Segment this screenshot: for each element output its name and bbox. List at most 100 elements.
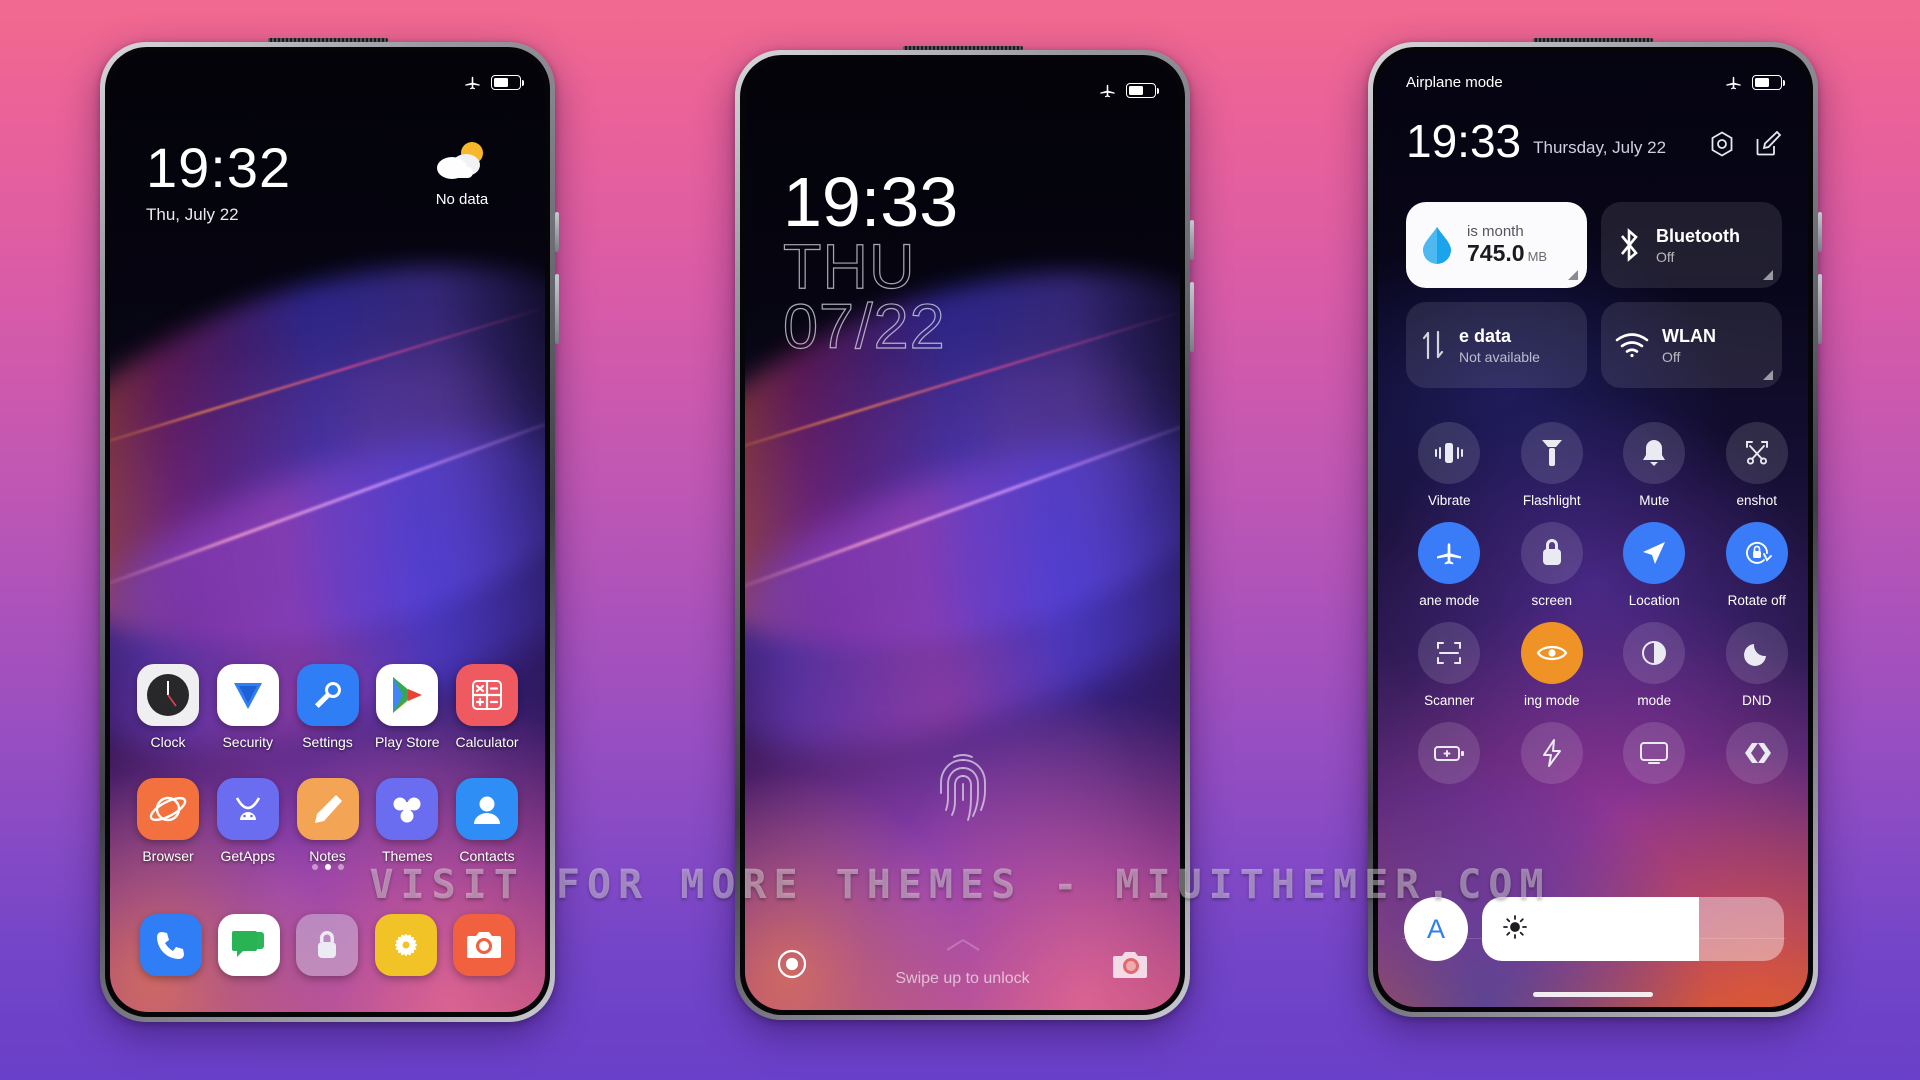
phone-bezel: 19:33 THU 07/22 Swipe up to unlock — [740, 55, 1185, 1015]
tile-bluetooth[interactable]: Bluetooth Off — [1601, 202, 1782, 288]
app-label: Themes — [381, 848, 433, 864]
app-label: Security — [222, 734, 274, 750]
fingerprint-icon[interactable] — [932, 750, 994, 831]
toggle-label: DND — [1742, 693, 1772, 708]
dock-gallery-icon[interactable] — [374, 914, 437, 976]
bluetooth-icon — [1620, 228, 1638, 262]
toggle-airplane-mode[interactable]: ane mode — [1398, 522, 1501, 608]
app-notes[interactable]: Notes — [292, 778, 364, 864]
phone-control-center: Airplane mode 19:33 Thursday, July 22 is… — [1368, 38, 1822, 1017]
toggle-label: Mute — [1639, 493, 1670, 508]
app-calculator[interactable]: Calculator — [451, 664, 523, 750]
tile-data-usage[interactable]: is month 745.0 MB — [1406, 202, 1587, 288]
weather-label: No data — [435, 191, 489, 208]
weather-widget[interactable]: No data — [417, 140, 507, 208]
tile-mobile-data[interactable]: e data Not available — [1406, 302, 1587, 388]
app-label: Play Store — [374, 734, 440, 750]
getapps-android-bag-icon — [216, 778, 279, 840]
tile-sub: Not available — [1459, 348, 1540, 365]
toggle-reading-mode[interactable]: ing mode — [1501, 622, 1604, 708]
app-security[interactable]: Security — [212, 664, 284, 750]
toggle-label: screen — [1531, 593, 1573, 608]
toggle-mute[interactable]: Mute — [1603, 422, 1706, 508]
lock-screen-icon — [1520, 522, 1583, 584]
app-label: Browser — [142, 848, 194, 864]
toggle-power-bolt[interactable] — [1501, 722, 1604, 793]
control-center-header: 19:33 Thursday, July 22 — [1406, 118, 1782, 164]
tile-wlan[interactable]: WLAN Off — [1601, 302, 1782, 388]
chevron-up-icon — [945, 937, 981, 958]
toggle-cast-screen[interactable] — [1603, 722, 1706, 793]
dock-phone-icon[interactable] — [140, 914, 203, 976]
camera-icon[interactable] — [1112, 949, 1150, 986]
notes-pencil-icon — [296, 778, 359, 840]
toggle-lock-screen[interactable]: screen — [1501, 522, 1604, 608]
airplane-icon — [1418, 522, 1481, 584]
page-dot — [311, 864, 318, 870]
toggle-label: Location — [1628, 593, 1680, 608]
toggle-label: ane mode — [1419, 593, 1480, 608]
toggle-label: mode — [1637, 693, 1672, 708]
browser-planet-icon — [137, 778, 199, 840]
app-settings[interactable]: Settings — [292, 664, 364, 750]
app-label: Clock — [150, 734, 186, 750]
edit-pencil-icon[interactable] — [1754, 130, 1782, 163]
partly-cloudy-icon — [437, 142, 483, 179]
contacts-person-icon — [456, 778, 518, 840]
brightness-slider[interactable] — [1482, 897, 1784, 961]
power-button[interactable] — [555, 212, 559, 252]
volume-button[interactable] — [555, 274, 559, 344]
dnd-moon-icon — [1725, 622, 1788, 684]
dock-camera-icon[interactable] — [452, 914, 515, 976]
toggle-vibrate[interactable]: Vibrate — [1398, 422, 1501, 508]
tile-data-unit: MB — [1527, 249, 1548, 264]
dock — [132, 914, 523, 976]
lock-screen: 19:33 THU 07/22 Swipe up to unlock — [745, 60, 1180, 1010]
app-play-store[interactable]: Play Store — [371, 664, 443, 750]
toggle-flashlight[interactable]: Flashlight — [1501, 422, 1604, 508]
toggle-dark-mode[interactable]: mode — [1603, 622, 1706, 708]
app-getapps[interactable]: GetApps — [212, 778, 284, 864]
brightness-row: A — [1404, 897, 1784, 961]
phone-lock-screen: 19:33 THU 07/22 Swipe up to unlock — [735, 46, 1194, 1020]
toggle-label: Flashlight — [1522, 493, 1581, 508]
lock-clock-widget: 19:33 THU 07/22 — [782, 167, 958, 363]
volume-button[interactable] — [1818, 274, 1822, 344]
tile-expand-corner[interactable] — [1763, 370, 1773, 380]
app-label: Settings — [302, 734, 353, 750]
battery-icon — [1752, 74, 1786, 90]
location-arrow-icon — [1623, 522, 1686, 584]
volume-button[interactable] — [1190, 282, 1194, 352]
dock-lock-icon[interactable] — [296, 914, 359, 976]
dock-messages-icon[interactable] — [218, 914, 281, 976]
toggle-location[interactable]: Location — [1603, 522, 1706, 608]
app-clock[interactable]: Clock — [132, 664, 204, 750]
power-button[interactable] — [1190, 220, 1194, 260]
app-browser[interactable]: Browser — [132, 778, 204, 864]
app-label: Notes — [309, 848, 346, 864]
toggle-dnd[interactable]: DND — [1706, 622, 1809, 708]
toggle-battery-saver[interactable] — [1398, 722, 1501, 793]
tile-title: Bluetooth — [1656, 225, 1740, 246]
tile-expand-corner[interactable] — [1763, 270, 1773, 280]
bell-mute-icon — [1623, 422, 1686, 484]
toggle-rotate-off[interactable]: Rotate off — [1706, 522, 1809, 608]
home-clock-widget[interactable]: 19:32 Thu, July 22 — [146, 140, 291, 225]
airplane-icon — [1724, 73, 1743, 92]
toggle-screenshot[interactable]: enshot — [1706, 422, 1809, 508]
flashlight-circle-icon[interactable] — [775, 947, 809, 986]
play-store-icon — [376, 664, 439, 726]
settings-gear-icon[interactable] — [1708, 130, 1736, 163]
app-row-1: Clock Security Settings Play Store Calcu… — [132, 664, 523, 750]
lock-clock-date: 07/22 — [782, 292, 946, 363]
tile-expand-corner[interactable] — [1568, 270, 1578, 280]
tile-data-label: is month — [1467, 223, 1524, 240]
auto-brightness-button[interactable]: A — [1404, 897, 1468, 961]
vibrate-icon — [1418, 422, 1481, 484]
cast-screen-icon — [1623, 722, 1686, 784]
toggle-scanner[interactable]: Scanner — [1398, 622, 1501, 708]
app-themes[interactable]: Themes — [371, 778, 443, 864]
toggle-second-space[interactable] — [1706, 722, 1809, 793]
power-button[interactable] — [1818, 212, 1822, 252]
app-contacts[interactable]: Contacts — [451, 778, 523, 864]
